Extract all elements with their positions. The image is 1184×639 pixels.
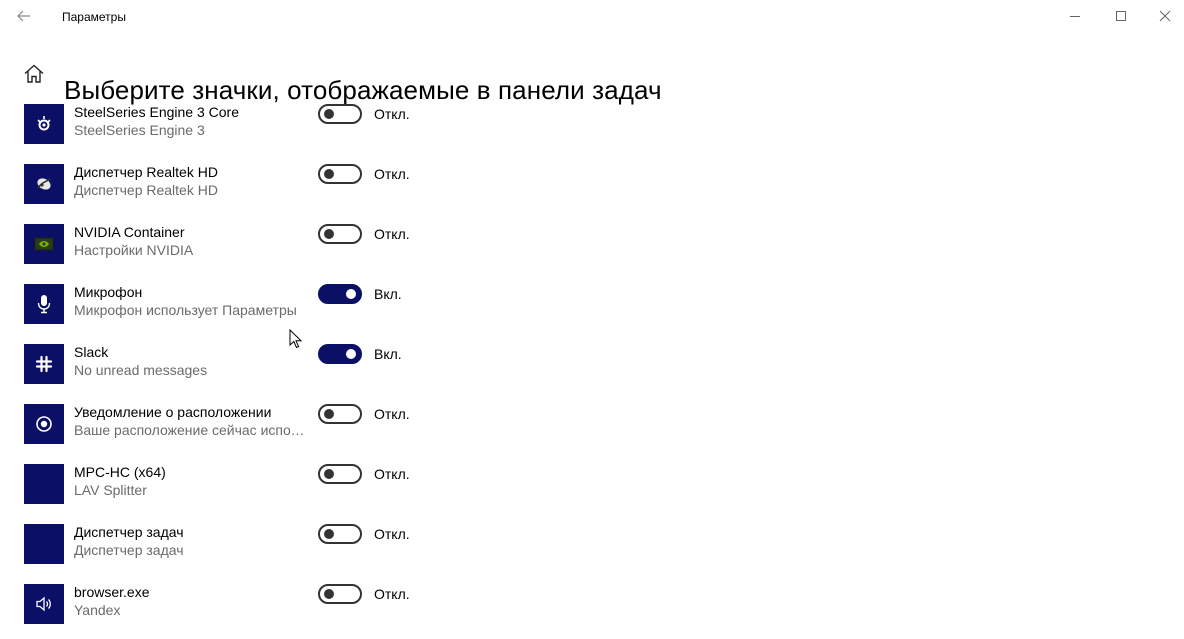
toggle-knob (346, 349, 356, 359)
toggle-state-label: Откл. (374, 526, 410, 542)
minimize-button[interactable] (1052, 0, 1098, 32)
window-title: Параметры (62, 10, 126, 24)
list-item: SteelSeries Engine 3 Core SteelSeries En… (0, 98, 600, 158)
app-subtitle: LAV Splitter (74, 482, 147, 498)
toggle-state-label: Откл. (374, 226, 410, 242)
close-button[interactable] (1142, 0, 1184, 32)
app-subtitle: Настройки NVIDIA (74, 242, 194, 258)
app-name: NVIDIA Container (74, 224, 185, 240)
toggle-switch[interactable] (318, 344, 362, 364)
app-name: browser.exe (74, 584, 150, 600)
slack-icon (35, 355, 53, 373)
app-name: Slack (74, 344, 109, 360)
app-icon-tile (24, 404, 64, 444)
minimize-icon (1070, 16, 1080, 17)
speaker-icon (36, 596, 51, 612)
app-icon-tile (24, 164, 64, 204)
toggle-knob (324, 229, 334, 239)
app-name: Микрофон (74, 284, 143, 300)
toggle-state-label: Откл. (374, 106, 410, 122)
app-subtitle: SteelSeries Engine 3 (74, 122, 205, 138)
app-subtitle: Диспетчер Realtek HD (74, 182, 218, 198)
back-button[interactable] (8, 2, 40, 30)
app-subtitle: No unread messages (74, 362, 208, 378)
title-bar: Параметры (0, 0, 1184, 32)
toggle-knob (324, 409, 334, 419)
maximize-button[interactable] (1098, 0, 1144, 32)
app-name: Уведомление о расположении (74, 404, 272, 420)
mouse-cursor-icon (289, 329, 303, 349)
toggle-state-label: Откл. (374, 406, 410, 422)
toggle-state-label: Вкл. (374, 346, 402, 362)
list-item: Уведомление о расположении Ваше располож… (0, 398, 600, 458)
app-icon-tile (24, 224, 64, 264)
nvidia-icon (34, 237, 54, 251)
app-subtitle: Yandex (74, 602, 121, 618)
close-icon (1159, 10, 1171, 22)
toggle-knob (324, 109, 334, 119)
list-item: Диспетчер задач Диспетчер задач Откл. (0, 518, 600, 578)
list-item: browser.exe Yandex Откл. (0, 578, 600, 638)
maximize-icon (1116, 11, 1126, 21)
toggle-knob (324, 169, 334, 179)
toggle-switch[interactable] (318, 584, 362, 604)
app-subtitle: Микрофон использует Параметры (74, 302, 297, 318)
home-icon (24, 64, 44, 83)
app-icon-tile (24, 344, 64, 384)
location-icon (36, 416, 52, 432)
app-icon-tile (24, 584, 64, 624)
list-item: NVIDIA Container Настройки NVIDIA Откл. (0, 218, 600, 278)
app-subtitle: Диспетчер задач (74, 542, 184, 558)
task-manager-icon (24, 524, 64, 564)
toggle-switch[interactable] (318, 224, 362, 244)
toggle-knob (324, 529, 334, 539)
back-arrow-icon (17, 10, 30, 22)
home-button[interactable] (22, 62, 46, 86)
app-icon-tile (24, 104, 64, 144)
page-header: Выберите значки, отображаемые в панели з… (0, 52, 1184, 105)
toggle-state-label: Откл. (374, 466, 410, 482)
microphone-icon (37, 295, 51, 314)
list-item: MPC-HC (x64) LAV Splitter Откл. (0, 458, 600, 518)
app-subtitle: Ваше расположение сейчас испол... (74, 422, 310, 438)
toggle-switch[interactable] (318, 524, 362, 544)
toggle-state-label: Откл. (374, 586, 410, 602)
toggle-state-label: Откл. (374, 166, 410, 182)
toggle-switch[interactable] (318, 404, 362, 424)
app-name: Диспетчер задач (74, 524, 184, 540)
toggle-switch[interactable] (318, 104, 362, 124)
app-icon-tile (24, 284, 64, 324)
mpc-hc-icon (24, 464, 64, 504)
toggle-switch[interactable] (318, 464, 362, 484)
toggle-knob (346, 289, 356, 299)
toggle-knob (324, 589, 334, 599)
realtek-icon (37, 178, 51, 190)
steelseries-icon (37, 116, 51, 131)
app-name: SteelSeries Engine 3 Core (74, 104, 239, 120)
app-name: Диспетчер Realtek HD (74, 164, 218, 180)
toggle-switch[interactable] (318, 164, 362, 184)
toggle-state-label: Вкл. (374, 286, 402, 302)
toggle-switch[interactable] (318, 284, 362, 304)
toggle-knob (324, 469, 334, 479)
list-item: Диспетчер Realtek HD Диспетчер Realtek H… (0, 158, 600, 218)
app-name: MPC-HC (x64) (74, 464, 166, 480)
